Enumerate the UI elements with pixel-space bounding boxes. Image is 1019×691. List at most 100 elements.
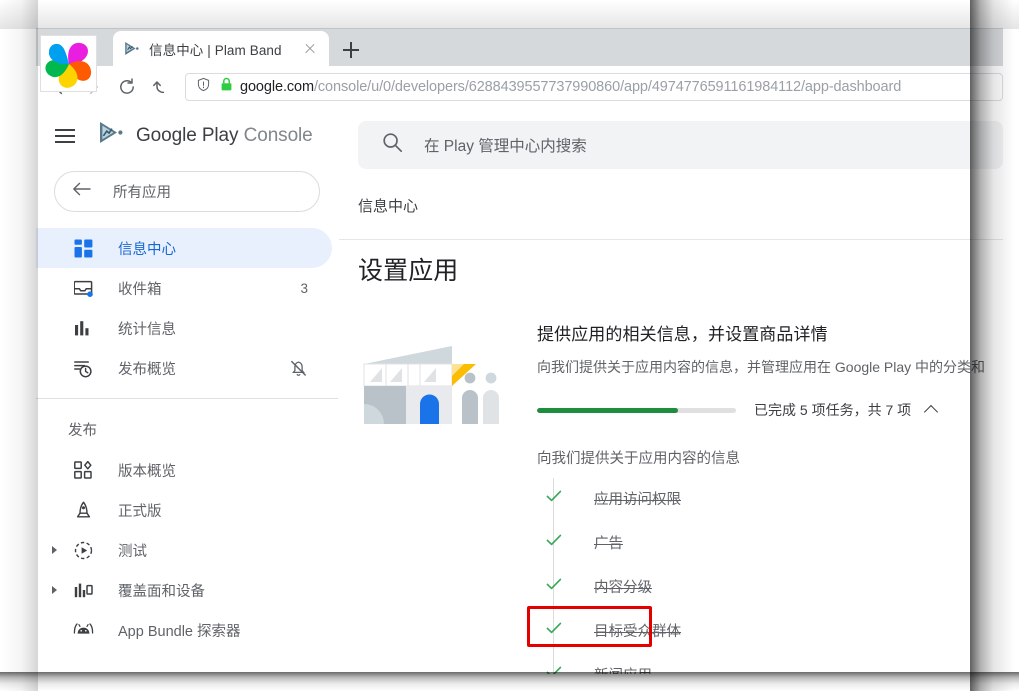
screenshot-root: 信息中心 | Plam Band google.com/console/u/0/… [0,0,1019,691]
shield-icon[interactable] [196,77,211,97]
sidebar-item-label: 测试 [118,543,147,560]
play-console-page: Google Play Console 所有应用 信息中心 收件箱 3 统计信息… [36,108,1003,674]
console-header: Google Play Console [36,108,338,163]
notifications-off-icon[interactable] [289,359,308,378]
sidebar-release-nav: 版本概览 正式版 测试 覆盖面和设备 App Bundle 探索器 [36,450,338,650]
inbox-icon [72,279,94,298]
checklist-item-app-access[interactable]: 应用访问权限 [537,476,1003,520]
setup-progress-row: 已完成 5 项任务，共 7 项 [537,400,1003,420]
bar-chart-icon [72,319,94,338]
sidebar-item-label: 发布概览 [118,361,176,378]
chevron-right-icon[interactable] [52,586,57,594]
window-shadow-top [0,0,1019,29]
address-bar[interactable]: google.com/console/u/0/developers/628843… [185,73,1003,101]
progress-label: 已完成 5 项任务，共 7 项 [754,402,912,418]
setup-card-title: 提供应用的相关信息，并设置商品详情 [537,325,828,344]
new-tab-button[interactable] [338,37,364,63]
publishing-overview-icon [72,359,94,378]
url-path: /console/u/0/developers/6288439557737990… [313,79,902,95]
checklist-item-label: 广告 [594,535,623,552]
check-icon [545,487,563,510]
sidebar-item-label: 版本概览 [118,463,176,480]
sidebar: Google Play Console 所有应用 信息中心 收件箱 3 统计信息… [36,108,339,674]
checklist-item-label: 应用访问权限 [594,491,681,508]
lock-icon [220,77,233,97]
sidebar-item-releases-overview[interactable]: 版本概览 [36,450,332,490]
app-icon-overlay [40,35,97,92]
search-input[interactable]: 在 Play 管理中心内搜索 [358,121,1003,169]
address-bar-url: google.com/console/u/0/developers/628843… [240,79,901,95]
chevron-right-icon[interactable] [52,546,57,554]
sidebar-primary-nav: 信息中心 收件箱 3 统计信息 发布概览 [36,228,338,388]
checklist-item-label: 内容分级 [594,579,652,596]
setup-app-card: 提供应用的相关信息，并设置商品详情 向我们提供关于应用内容的信息，并管理应用在 … [339,316,1003,674]
storefront-illustration [358,316,511,674]
search-icon [382,132,403,158]
sidebar-item-statistics[interactable]: 统计信息 [36,308,332,348]
window-shadow-left [0,0,38,691]
checklist-item-ads[interactable]: 广告 [537,520,1003,564]
hamburger-icon[interactable] [55,128,75,143]
sidebar-item-label: 收件箱 [118,281,162,298]
android-bundle-icon [72,621,94,640]
progress-bar [537,407,736,413]
google-play-console-logo-icon [97,120,127,151]
checklist-item-label: 新闻应用 [594,664,652,675]
search-row: 在 Play 管理中心内搜索 [339,108,1003,169]
inbox-count-badge: 3 [300,280,308,296]
sidebar-item-app-bundle-explorer[interactable]: App Bundle 探索器 [36,610,332,650]
window-shadow-bottom [0,672,1019,691]
pinwheel-logo-icon [44,42,91,88]
back-arrow-icon [72,181,92,202]
setup-checklist: 应用访问权限 广告 内容分级 目标受众群体 [537,476,1003,674]
console-brand-main: Google Play [136,124,239,146]
all-apps-label: 所有应用 [113,185,171,201]
page-title: 设置应用 [358,257,459,285]
sidebar-section-title: 发布 [68,423,97,439]
close-icon[interactable] [301,40,319,58]
sidebar-item-reach-and-devices[interactable]: 覆盖面和设备 [36,570,332,610]
checklist-item-target-audience[interactable]: 目标受众群体 [537,608,1003,652]
browser-tab-strip: 信息中心 | Plam Band [36,28,1003,66]
check-icon [545,663,563,674]
console-brand: Google Play Console [136,125,313,147]
console-brand-sub: Console [243,124,313,146]
checklist-item-news-app[interactable]: 新闻应用 [537,652,1003,674]
sidebar-item-label: 覆盖面和设备 [118,583,205,600]
sidebar-item-production[interactable]: 正式版 [36,490,332,530]
testing-icon [72,541,94,560]
search-placeholder: 在 Play 管理中心内搜索 [424,138,587,155]
browser-window: 信息中心 | Plam Band google.com/console/u/0/… [36,28,1003,674]
check-icon [545,531,563,554]
sidebar-item-publishing-overview[interactable]: 发布概览 [36,348,332,388]
chevron-up-icon[interactable] [925,403,939,417]
browser-toolbar: google.com/console/u/0/developers/628843… [36,66,1003,108]
breadcrumb[interactable]: 信息中心 [339,169,1003,216]
reach-devices-icon [72,581,94,600]
browser-tab-title: 信息中心 | Plam Band [149,42,282,58]
progress-bar-fill [537,407,679,413]
undo-icon[interactable] [144,70,178,104]
check-icon [545,575,563,598]
sidebar-item-label: 信息中心 [118,241,176,258]
setup-card-body: 提供应用的相关信息，并设置商品详情 向我们提供关于应用内容的信息，并管理应用在 … [511,316,1003,674]
checklist-heading: 向我们提供关于应用内容的信息 [537,451,740,467]
play-console-favicon-icon [123,40,140,57]
sidebar-item-inbox[interactable]: 收件箱 3 [36,268,332,308]
sidebar-item-label: App Bundle 探索器 [118,623,241,640]
sidebar-item-dashboard[interactable]: 信息中心 [36,228,332,268]
url-host: google.com [240,79,314,95]
check-icon [545,619,563,642]
sidebar-item-label: 统计信息 [118,321,176,338]
rocket-icon [72,501,94,520]
dashboard-icon [72,239,94,258]
sidebar-item-label: 正式版 [118,503,162,520]
browser-tab[interactable]: 信息中心 | Plam Band [113,31,329,66]
main-content: 在 Play 管理中心内搜索 信息中心 设置应用 提供应用的相关信息，并设置商品… [339,108,1003,674]
setup-card-description: 向我们提供关于应用内容的信息，并管理应用在 Google Play 中的分类和 [537,359,986,375]
sidebar-item-testing[interactable]: 测试 [36,530,332,570]
checklist-item-label: 目标受众群体 [594,623,681,640]
checklist-item-content-rating[interactable]: 内容分级 [537,564,1003,608]
reload-icon[interactable] [110,70,144,104]
all-apps-button[interactable]: 所有应用 [54,171,320,212]
